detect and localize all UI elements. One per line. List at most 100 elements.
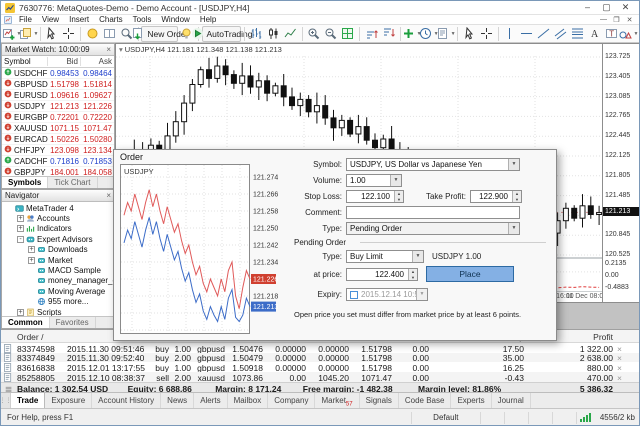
expand-icon[interactable]: +: [28, 257, 35, 264]
expiry-checkbox[interactable]: [350, 291, 358, 299]
channel-button[interactable]: [552, 26, 569, 42]
expand-icon[interactable]: +: [17, 309, 24, 316]
menu-item-tools[interactable]: Tools: [128, 15, 157, 24]
menu-item-help[interactable]: Help: [195, 15, 221, 24]
collapse-icon[interactable]: -: [17, 236, 24, 243]
zoom-in-button[interactable]: [305, 26, 322, 42]
expand-icon[interactable]: +: [17, 215, 24, 222]
text-button[interactable]: A: [586, 26, 603, 42]
chevron-down-icon[interactable]: ▼: [412, 251, 423, 262]
terminal-tab-mailbox[interactable]: Mailbox: [228, 393, 269, 408]
order-row-83374598[interactable]: 833745982015.11.30 09:51:46buy1.00gbpusd…: [1, 343, 640, 353]
price-scale[interactable]: 123.725123.405123.085122.765122.445122.1…: [602, 44, 640, 302]
menu-item-window[interactable]: Window: [156, 15, 194, 24]
maximize-button[interactable]: ▢: [597, 1, 616, 14]
arrange-up-button[interactable]: [363, 26, 380, 42]
terminal-tab-code-base[interactable]: Code Base: [399, 393, 452, 408]
market-watch-row-gbpusd[interactable]: GBPUSD1.517981.51814: [2, 79, 114, 90]
vertical-line-button[interactable]: [501, 26, 518, 42]
trendline-button[interactable]: [535, 26, 552, 42]
mdi-minimize-icon[interactable]: —: [597, 16, 610, 24]
expiry-select[interactable]: 2015.12.14 10:50 ▼: [346, 288, 428, 301]
periods-button[interactable]: ▼: [420, 26, 437, 42]
market-watch-row-xauusd[interactable]: XAUUSD1071.151071.47: [2, 123, 114, 134]
market-watch-row-cadchf[interactable]: CADCHF0.718160.71853: [2, 156, 114, 167]
crosshair-tool-button[interactable]: [478, 26, 495, 42]
tile-grid-button[interactable]: [339, 26, 356, 42]
navigator-item-downloads[interactable]: +Downloads: [2, 245, 114, 255]
minimize-button[interactable]: –: [578, 1, 597, 14]
cursor-button[interactable]: [43, 26, 60, 42]
terminal-tab-trade[interactable]: Trade: [11, 393, 45, 408]
new-chart-button[interactable]: ▼: [3, 26, 20, 42]
stop-loss-input[interactable]: 122.100 ▲▼: [346, 190, 404, 203]
arrange-down-button[interactable]: [380, 26, 397, 42]
take-profit-input[interactable]: 122.900 ▲▼: [470, 190, 522, 203]
chevron-down-icon[interactable]: ▼: [390, 175, 401, 186]
market-watch-row-eurusd[interactable]: EURUSD1.096161.09627: [2, 90, 114, 101]
text-label-button[interactable]: T: [603, 26, 620, 42]
order-row-83616838[interactable]: 836168382015.12.01 13:17:55buy1.00gbpusd…: [1, 362, 640, 372]
at-price-spinner[interactable]: ▲▼: [408, 269, 417, 280]
market-watch-row-usdjpy[interactable]: USDJPY121.213121.226: [2, 101, 114, 112]
order-type-select[interactable]: Pending Order ▼: [346, 222, 520, 235]
order-row-85258805[interactable]: 852588052015.12.10 08:38:37sell2.00xauus…: [1, 372, 640, 382]
crosshair-button[interactable]: [60, 26, 77, 42]
column-order[interactable]: Order /: [17, 332, 43, 342]
line-chart-button[interactable]: [282, 26, 299, 42]
market-watch-row-chfjpy[interactable]: CHFJPY123.098123.134: [2, 145, 114, 156]
take-profit-spinner[interactable]: ▲▼: [512, 191, 521, 202]
symbol-select[interactable]: USDJPY, US Dollar vs Japanese Yen ▼: [346, 158, 520, 171]
market-watch-tab-symbols[interactable]: Symbols: [2, 177, 48, 188]
navigator-item-macd-sample[interactable]: MACD Sample: [2, 265, 114, 275]
menu-item-insert[interactable]: Insert: [64, 15, 94, 24]
menu-item-view[interactable]: View: [37, 15, 64, 24]
navigator-item-indicators[interactable]: +Indicators: [2, 224, 114, 234]
mdi-restore-icon[interactable]: ❐: [610, 16, 623, 24]
navigator-item-moving-average[interactable]: Moving Average: [2, 286, 114, 296]
arrows-button[interactable]: ▼: [620, 26, 637, 42]
profile-indicator[interactable]: Default: [411, 412, 481, 424]
horizontal-line-button[interactable]: [518, 26, 535, 42]
comment-input[interactable]: [346, 206, 520, 219]
terminal-grip[interactable]: ⋮⋮: [1, 393, 11, 408]
terminal-tab-alerts[interactable]: Alerts: [194, 393, 227, 408]
profiles-button[interactable]: ▼: [20, 26, 37, 42]
stop-loss-spinner[interactable]: ▲▼: [394, 191, 403, 202]
menu-item-file[interactable]: File: [14, 15, 37, 24]
market-watch-row-eurcad[interactable]: EURCAD1.502261.50280: [2, 134, 114, 145]
volume-select[interactable]: 1.00 ▼: [346, 174, 402, 187]
navigator-item-money-manager-ea[interactable]: money_manager_ea: [2, 276, 114, 286]
order-row-83374849[interactable]: 833748492015.11.30 09:52:40buy2.00gbpusd…: [1, 353, 640, 363]
navigator-item-expert-advisors[interactable]: -Expert Advisors: [2, 234, 114, 244]
market-watch-tab-tick-chart[interactable]: Tick Chart: [48, 177, 97, 188]
navigator-tab-favorites[interactable]: Favorites: [50, 317, 96, 328]
bar-chart-button[interactable]: [248, 26, 265, 42]
market-watch-row-eurgbp[interactable]: EURGBP0.722010.72220: [2, 112, 114, 123]
at-price-input[interactable]: 122.400 ▲▼: [346, 268, 418, 281]
expand-icon[interactable]: +: [28, 246, 35, 253]
pointer-tool-button[interactable]: [461, 26, 478, 42]
market-watch-close-icon[interactable]: ×: [106, 45, 111, 54]
terminal-tab-exposure[interactable]: Exposure: [45, 393, 92, 408]
terminal-tab-experts[interactable]: Experts: [451, 393, 491, 408]
column-symbol[interactable]: Symbol: [2, 57, 48, 66]
close-button[interactable]: ✕: [616, 1, 635, 14]
navigator-item-market[interactable]: +Market: [2, 255, 114, 265]
templates-button[interactable]: ▼: [437, 26, 454, 42]
chevron-down-icon[interactable]: ▼: [508, 159, 519, 170]
terminal-tab-market[interactable]: Market57: [315, 393, 359, 408]
column-ask[interactable]: Ask: [81, 57, 114, 66]
new-order-button[interactable]: New Order: [141, 26, 178, 42]
place-button[interactable]: Place: [426, 266, 514, 282]
terminal-tab-account-history[interactable]: Account History: [92, 393, 161, 408]
mdi-close-icon[interactable]: ✕: [623, 16, 636, 24]
chevron-down-icon[interactable]: ▼: [508, 223, 519, 234]
zoom-out-button[interactable]: [322, 26, 339, 42]
tile-windows-button[interactable]: [101, 26, 118, 42]
candlestick-button[interactable]: [265, 26, 282, 42]
terminal-tab-journal[interactable]: Journal: [492, 393, 531, 408]
column-bid[interactable]: Bid: [48, 57, 81, 66]
expand-icon[interactable]: +: [17, 225, 24, 232]
chart-collapse-icon[interactable]: ▾: [119, 45, 123, 54]
